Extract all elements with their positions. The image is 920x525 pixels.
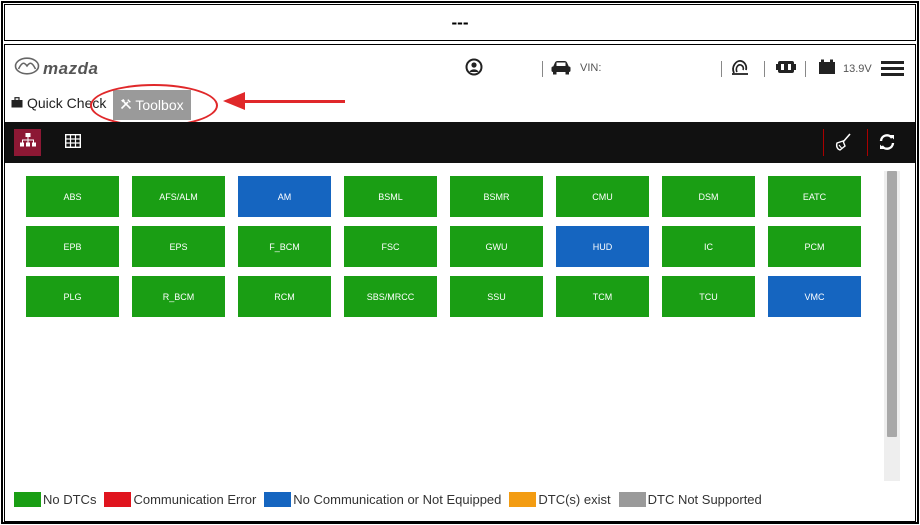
legend-swatch bbox=[509, 492, 537, 507]
annotation-ellipse bbox=[90, 84, 218, 127]
module-label: BSMR bbox=[483, 191, 510, 202]
legend-swatch bbox=[104, 492, 132, 507]
mazda-logo-icon bbox=[14, 57, 40, 80]
legend-item: No Communication or Not Equipped bbox=[264, 492, 501, 507]
broom-icon[interactable] bbox=[833, 132, 853, 157]
module-label: AFS/ALM bbox=[159, 191, 198, 202]
module-label: VMC bbox=[804, 291, 825, 302]
satellite-icon[interactable] bbox=[730, 57, 750, 82]
user-icon[interactable] bbox=[465, 58, 483, 81]
module-label: ABS bbox=[63, 191, 82, 202]
module-button[interactable]: FSC bbox=[344, 226, 437, 267]
tree-view-button[interactable] bbox=[14, 129, 41, 156]
module-label: SBS/MRCC bbox=[366, 291, 415, 302]
module-label: EPB bbox=[63, 241, 82, 252]
module-label: SSU bbox=[487, 291, 506, 302]
module-label: FSC bbox=[381, 241, 400, 252]
separator bbox=[721, 61, 722, 77]
module-button[interactable]: EATC bbox=[768, 176, 861, 217]
module-label: TCU bbox=[699, 291, 718, 302]
legend-label: No DTCs bbox=[43, 492, 97, 507]
module-button[interactable]: HUD bbox=[556, 226, 649, 267]
separator bbox=[764, 61, 765, 77]
module-label: CMU bbox=[592, 191, 613, 202]
table-view-icon[interactable] bbox=[64, 133, 82, 153]
module-button[interactable]: VMC bbox=[768, 276, 861, 317]
module-label: TCM bbox=[592, 291, 613, 302]
scrollbar[interactable] bbox=[884, 171, 900, 481]
module-label: R_BCM bbox=[162, 291, 195, 302]
legend-item: No DTCs bbox=[14, 492, 96, 507]
top-bar: mazda VIN: 13.9V bbox=[5, 45, 915, 89]
module-button[interactable]: GWU bbox=[450, 226, 543, 267]
scrollbar-thumb[interactable] bbox=[887, 171, 897, 437]
car-icon bbox=[550, 60, 572, 80]
module-button[interactable]: AM bbox=[238, 176, 331, 217]
module-button[interactable]: R_BCM bbox=[132, 276, 225, 317]
separator bbox=[823, 129, 824, 156]
module-label: PLG bbox=[63, 291, 82, 302]
legend-label: Communication Error bbox=[133, 492, 257, 507]
separator bbox=[805, 61, 806, 77]
module-button[interactable]: ABS bbox=[26, 176, 119, 217]
module-button[interactable]: SBS/MRCC bbox=[344, 276, 437, 317]
briefcase-icon bbox=[11, 95, 23, 111]
status-legend: No DTCs Communication Error No Communicati… bbox=[14, 492, 770, 507]
module-button[interactable]: AFS/ALM bbox=[132, 176, 225, 217]
module-button[interactable]: TCU bbox=[662, 276, 755, 317]
module-label: EATC bbox=[802, 191, 827, 202]
module-button[interactable]: PCM bbox=[768, 226, 861, 267]
legend-label: DTC Not Supported bbox=[647, 492, 762, 507]
module-label: F_BCM bbox=[269, 241, 300, 252]
module-label: BSML bbox=[378, 191, 403, 202]
legend-swatch bbox=[264, 492, 292, 507]
annotation-arrow-line bbox=[241, 100, 345, 103]
vci-icon[interactable] bbox=[776, 60, 796, 79]
module-button[interactable]: SSU bbox=[450, 276, 543, 317]
menu-icon[interactable] bbox=[881, 61, 904, 79]
module-label: RCM bbox=[274, 291, 295, 302]
module-label: AM bbox=[277, 191, 292, 202]
legend-item: DTC(s) exist bbox=[509, 492, 611, 507]
module-button[interactable]: BSMR bbox=[450, 176, 543, 217]
module-label: DSM bbox=[698, 191, 719, 202]
page-header: --- bbox=[4, 4, 916, 41]
module-button[interactable]: EPB bbox=[26, 226, 119, 267]
legend-swatch bbox=[618, 492, 646, 507]
module-button[interactable]: EPS bbox=[132, 226, 225, 267]
module-button[interactable]: CMU bbox=[556, 176, 649, 217]
module-button[interactable]: F_BCM bbox=[238, 226, 331, 267]
vin-label: VIN: bbox=[580, 62, 602, 74]
module-button[interactable]: RCM bbox=[238, 276, 331, 317]
module-label: GWU bbox=[485, 241, 508, 252]
voltage-readout: 13.9V bbox=[843, 63, 872, 75]
legend-label: DTC(s) exist bbox=[538, 492, 611, 507]
module-label: IC bbox=[704, 241, 713, 252]
legend-item: Communication Error bbox=[104, 492, 256, 507]
module-button[interactable]: PLG bbox=[26, 276, 119, 317]
legend-item: DTC Not Supported bbox=[618, 492, 762, 507]
legend-swatch bbox=[14, 492, 41, 507]
module-button[interactable]: BSML bbox=[344, 176, 437, 217]
logo: mazda bbox=[14, 57, 98, 80]
legend-label: No Communication or Not Equipped bbox=[293, 492, 502, 507]
module-button[interactable]: DSM bbox=[662, 176, 755, 217]
app-window: mazda VIN: 13.9V Quick Check Toolbox ABS… bbox=[4, 44, 916, 522]
separator bbox=[542, 61, 543, 77]
view-toolbar bbox=[5, 122, 915, 163]
refresh-icon[interactable] bbox=[877, 132, 897, 157]
module-label: PCM bbox=[804, 241, 825, 252]
header-title: --- bbox=[451, 12, 469, 32]
module-button[interactable]: IC bbox=[662, 226, 755, 267]
module-button[interactable]: TCM bbox=[556, 276, 649, 317]
tree-view-icon bbox=[19, 133, 36, 152]
module-label: HUD bbox=[592, 241, 613, 252]
logo-text: mazda bbox=[43, 58, 99, 78]
battery-icon bbox=[818, 59, 836, 80]
module-label: EPS bbox=[169, 241, 188, 252]
separator bbox=[867, 129, 868, 156]
